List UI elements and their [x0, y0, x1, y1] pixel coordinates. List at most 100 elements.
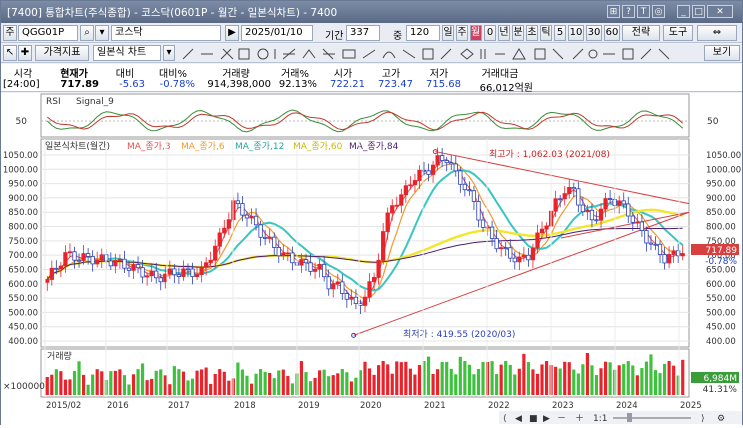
tab-quarter[interactable]: 0	[484, 25, 496, 41]
stock-name-field[interactable]: 코스닥	[111, 25, 221, 41]
refresh-icon[interactable]: ◎	[652, 5, 665, 18]
rsi-legend-rsi: RSI	[46, 97, 61, 107]
volume-bar	[63, 379, 68, 395]
candle-body	[167, 268, 172, 275]
prev-icon[interactable]: ◀	[515, 414, 522, 424]
volume-bar	[163, 375, 167, 395]
settings-icon[interactable]: ⚙	[717, 414, 725, 424]
tab-month[interactable]: 월	[470, 25, 482, 41]
candle-body	[362, 296, 368, 306]
bottom-controls[interactable]: ⟨ ◀ ■ ▶ － ＋ 1:1 ⟩ ⚙	[499, 411, 742, 424]
volume-bar	[513, 374, 517, 395]
candle-body	[258, 224, 263, 238]
tab-day[interactable]: 일	[442, 25, 454, 41]
volume-bar	[644, 361, 649, 395]
zoom-ratio[interactable]: 1:1	[593, 414, 607, 424]
link-icon[interactable]: ⊞	[607, 5, 620, 18]
volume-bar	[485, 362, 490, 395]
help-icon[interactable]: ?	[622, 5, 635, 18]
volume-bar	[172, 366, 176, 395]
candle-body	[81, 253, 86, 261]
prev-arrow-button[interactable]: ▶	[225, 25, 239, 41]
date-input[interactable]: 2025/01/10	[241, 25, 313, 41]
tab-60[interactable]: 60	[604, 25, 620, 41]
header-volume-pct: 거래%	[281, 69, 309, 80]
zoom-in-icon[interactable]: ＋	[575, 413, 584, 424]
volume-bar	[631, 365, 635, 395]
chart-svg[interactable]: RSI Signal_9 50 50 1050.00 1050.00 1000.00…	[1, 93, 742, 425]
volume-bar	[649, 354, 653, 395]
candle-body	[140, 267, 145, 278]
zoom-out-icon[interactable]: －	[557, 414, 566, 424]
volume-bar	[431, 373, 435, 395]
volume-bar	[59, 371, 63, 395]
candle-body	[444, 160, 449, 164]
next-icon[interactable]: ▶	[543, 414, 550, 424]
price-legend-ma6: MA_종가,6	[181, 141, 225, 152]
volume-bar	[544, 361, 549, 395]
minimize-button[interactable]: _	[677, 5, 690, 18]
rsi-axis-left: 50	[16, 117, 28, 127]
current-change-value: -0.78%	[705, 257, 737, 267]
close-button[interactable]: ✕	[707, 5, 733, 18]
volume-bar	[109, 371, 113, 395]
tab-10[interactable]: 10	[568, 25, 584, 41]
stock-type-button[interactable]: 주	[3, 25, 17, 41]
tab-week[interactable]: 주	[456, 25, 468, 41]
tab-minute[interactable]: 분	[512, 25, 524, 41]
price-tick-left: 400.00	[8, 337, 38, 347]
count-input[interactable]: 120	[406, 25, 440, 41]
volume-bar	[268, 372, 272, 395]
value-trade-value: 66,012억원	[479, 83, 533, 94]
chart-area[interactable]: RSI Signal_9 50 50 1050.00 1050.00 1000.00…	[1, 93, 742, 425]
indicator-button[interactable]: 가격지표	[35, 45, 89, 61]
volume-bar	[186, 380, 190, 395]
volume-bar	[77, 361, 81, 395]
volume-bar	[154, 370, 158, 395]
tab-tick[interactable]: 틱	[540, 25, 552, 41]
volume-bar	[240, 369, 245, 395]
candle-body	[67, 251, 73, 254]
tools-button[interactable]: 도구	[663, 25, 693, 41]
period-input[interactable]: 337	[346, 25, 380, 41]
candle-body	[176, 274, 182, 277]
expand-icon[interactable]: ⇔	[697, 25, 737, 41]
scroll-right-icon[interactable]: ⟩	[701, 414, 705, 424]
strategy-button[interactable]: 전략	[622, 25, 660, 41]
volume-bar	[349, 381, 353, 395]
stop-icon[interactable]: ■	[529, 414, 538, 424]
candle-body	[462, 183, 467, 191]
drawing-tools[interactable]	[179, 46, 699, 62]
volume-bar	[54, 369, 58, 395]
quote-info-table: 시각 현재가 대비 대비% 거래량 거래% 시가 고가 저가 거래대금 [24:…	[1, 64, 742, 94]
tab-30[interactable]: 30	[586, 25, 602, 41]
volume-bar	[672, 365, 676, 395]
volume-bar	[463, 361, 467, 395]
code-input[interactable]: QGG01P	[18, 25, 78, 41]
cursor-icon[interactable]: ↖	[3, 45, 17, 61]
tab-second[interactable]: 초	[526, 25, 538, 41]
crosshair-icon[interactable]: ✚	[18, 45, 32, 61]
chevron-down-icon[interactable]: ▾	[95, 25, 109, 41]
maximize-button[interactable]: □	[692, 5, 705, 18]
search-icon[interactable]: ⌕	[80, 25, 94, 41]
price-tick-left: 850.00	[8, 208, 38, 218]
tab-5[interactable]: 5	[554, 25, 566, 41]
volume-bar	[399, 362, 403, 395]
header-low: 저가	[429, 69, 449, 80]
candle-body	[353, 296, 359, 304]
tab-year[interactable]: 년	[498, 25, 510, 41]
chart-type-select[interactable]: 일본식 차트	[93, 45, 161, 61]
chevron-down-icon[interactable]: ▾	[163, 45, 175, 61]
candle-body	[530, 247, 536, 261]
scroll-left-icon[interactable]: ⟨	[503, 414, 507, 424]
volume-bar	[658, 373, 662, 395]
volume-bar	[603, 361, 608, 395]
volume-bar	[200, 369, 204, 395]
pin-icon[interactable]: T	[637, 5, 650, 18]
view-button[interactable]: 보기	[704, 45, 740, 61]
volume-bar	[576, 373, 580, 395]
toolbar: 주 QGG01P ⌕ ▾ 코스닥 ▶ 2025/01/10 기간 337 중 1…	[1, 23, 742, 43]
candle-body	[45, 279, 50, 283]
zoom-slider-handle[interactable]	[627, 413, 632, 422]
